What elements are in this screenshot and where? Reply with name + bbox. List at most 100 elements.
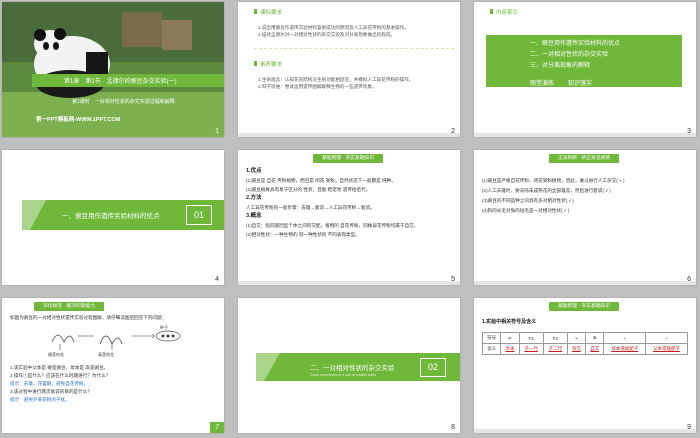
section-tag: 正误判断 · 矫正易混易错 [549, 154, 619, 163]
table-header-cell: × [566, 332, 587, 344]
slide-thumbnail-4[interactable]: 一、豌豆用作遗传实验材料的优点 01 4 [2, 150, 224, 285]
table-header-cell: P [500, 332, 520, 344]
contents-menu: 一、豌豆用作遗传实验材料的优点 二、一对相对性状的杂交实验 三、对分离现象的解释 [530, 39, 620, 72]
table-cell: 子一代 [518, 343, 544, 355]
literacy-list: 1.生命观念：认知花的结构与生殖功能相适应，并模拟人工异花传粉的操作。 2.科学… [258, 76, 453, 90]
table-cell: 父本或雄配子 [645, 343, 688, 355]
slide-number: 3 [687, 128, 691, 135]
slide-thumbnail-3[interactable]: 内容索引 一、豌豆用作遗传实验材料的优点 二、一对相对性状的杂交实验 三、对分离… [474, 2, 696, 137]
line: (1)豌豆是 自花 传粉植物，而且是 闭花 受粉。自然状态下一般都是 纯种。 [246, 178, 396, 183]
table-cell: 杂交 [566, 343, 587, 355]
slide-thumbnail-8[interactable]: 二、一对相对性状的杂交实验 Cross experiment of a pair… [238, 298, 460, 433]
menu-item[interactable]: 一、豌豆用作遗传实验材料的优点 [530, 39, 620, 50]
slide-number: 6 [687, 276, 691, 283]
slide-number: 4 [215, 276, 219, 283]
list-item: (3)豌豆的不同品种之间具有多对相对性状( √ ) [482, 198, 574, 203]
symbol-table: 符号 P F1 F2 × ⊗ ♀ ♂ 含义 亲本 子一代 子二代 杂交 自交 母… [481, 332, 688, 355]
extra-links: 随堂演练 知识落实 [530, 78, 592, 87]
line: 3.概念 [246, 213, 262, 219]
section-marker-icon [254, 9, 257, 14]
cross-pollination-diagram [51, 330, 181, 350]
slide-number: 9 [687, 424, 691, 431]
band-arrow-shape [22, 200, 46, 230]
table-row-label: 含义 [481, 343, 502, 355]
section-title: 一、豌豆用作遗传实验材料的优点 [62, 213, 160, 220]
table-header-cell: 符号 [481, 332, 502, 344]
section-badge: 01 [186, 205, 212, 225]
list-item: (4)狗的长毛对兔的短毛是一对相对性状( × ) [482, 208, 570, 213]
divider [254, 48, 454, 49]
section-label-2: 素养要求 [260, 62, 283, 68]
table-cell: 亲本 [500, 343, 520, 355]
slide-title: 第1章 第1节 孟德尔的豌豆杂交实验(一) [64, 79, 177, 85]
section-tag: 基础梳理 · 夯实基础知识 [549, 302, 619, 311]
line: (2)相对性状：一种生物的 同一种性状的 不同表现类型。 [246, 232, 360, 237]
judgement-list: (1)豌豆是严格自花传粉、闭花受粉植物，因此，难以进行人工杂交( × ) (2)… [482, 176, 690, 216]
slide-thumbnail-7[interactable]: 深化探究 · 解决问题能力 如图为豌豆的一对相对性状遗传实验过程图解，请仔细读图… [2, 298, 224, 433]
bottom-strip [238, 133, 460, 137]
list-item: 1.说出用豌豆作遗传实验材料容易成功的原因及人工异花传粉的基本操作。 [258, 25, 409, 30]
section-tag: 深化探究 · 解决问题能力 [34, 302, 104, 311]
line: 1.优点 [246, 168, 262, 174]
table-header-cell: ⊗ [585, 332, 605, 344]
line: 人工异花传粉的一般步骤：去雄→套袋→人工异花传粉→套袋。 [246, 205, 375, 210]
diagram-label-tall: 高茎的花 [98, 352, 114, 357]
slide-number: 7 [215, 424, 219, 431]
table-header-cell: F2 [542, 332, 568, 344]
menu-item[interactable]: 二、一对相对性状的杂交实验 [530, 50, 620, 61]
bottom-strip [474, 429, 696, 433]
list-item: 1.生命观念：认知花的结构与生殖功能相适应，并模拟人工异花传粉的操作。 [258, 77, 414, 82]
table-heading: 1.实验中相关符号及含义 [482, 319, 537, 325]
list-item: 2.科学思维：尝试运用遗传图解解释生物的一些遗传现象。 [258, 84, 377, 89]
table-header-cell: ♀ [603, 332, 647, 344]
contents-header: 内容索引 [496, 10, 519, 16]
section-tag: 基础梳理 · 夯实基础知识 [313, 154, 383, 163]
qa-line: 3.该过程中进行两次套袋的目的是什么？ [10, 389, 92, 394]
diagram-label-seed: 种子 [160, 325, 168, 330]
slide-number: 2 [451, 128, 455, 135]
list-item: 2.描述孟德尔对一对相对性状的杂交实验及对分离现象做出的假说。 [258, 32, 396, 37]
knowledge-link[interactable]: 知识落实 [568, 78, 592, 87]
table-header-cell: F1 [518, 332, 544, 344]
section-marker-icon [254, 61, 257, 66]
list-item: (2)人工去雄时，要去除未成熟花的全部雄蕊，然后进行套袋( √ ) [482, 188, 611, 193]
slide-thumbnail-1[interactable]: 第1章 第1节 孟德尔的豌豆杂交实验(一) 第1课时 一对相对性状的杂交实验过程… [2, 2, 224, 137]
table-header-cell: ♂ [645, 332, 688, 344]
bottom-strip [238, 281, 460, 285]
table-cell: 自交 [585, 343, 605, 355]
section-label-1: 课标要求 [260, 10, 283, 16]
slide-footer-text: 第一PPT模板网-WWW.1PPT.COM [36, 117, 121, 123]
qa-line: 提示 去雄，花蕾期；避免自花传粉。 [10, 381, 89, 386]
slide-subtitle: 第1课时 一对相对性状的杂交实验过程和解释 [72, 99, 175, 105]
slide-number: 1 [215, 128, 219, 135]
practice-link[interactable]: 随堂演练 [530, 78, 554, 87]
slide-thumbnail-2[interactable]: 课标要求 1.说出用豌豆作遗传实验材料容易成功的原因及人工异花传粉的基本操作。 … [238, 2, 460, 137]
line: 2.方法 [246, 195, 262, 201]
section-title: 二、一对相对性状的杂交实验 [310, 365, 395, 372]
bottom-strip [474, 281, 696, 285]
qa-line: 提示 避免外来花粉的干扰。 [10, 397, 70, 402]
slide-thumbnail-6[interactable]: 正误判断 · 矫正易混易错 (1)豌豆是严格自花传粉、闭花受粉植物，因此，难以进… [474, 150, 696, 285]
intro-text: 如图为豌豆的一对相对性状遗传实验过程图解，请仔细读图后回答下列问题： [10, 315, 167, 320]
slide-thumbnail-9[interactable]: 基础梳理 · 夯实基础知识 1.实验中相关符号及含义 符号 P F1 F2 × … [474, 298, 696, 433]
slide-number: 5 [451, 276, 455, 283]
section-badge: 02 [420, 358, 446, 377]
menu-item[interactable]: 三、对分离现象的解释 [530, 61, 620, 72]
content-lines: 1.优点 (1)豌豆是 自花 传粉植物，而且是 闭花 受粉。自然状态下一般都是 … [246, 167, 454, 239]
section-marker-icon [490, 9, 493, 14]
qa-list: 1.该实验中父本是 矮茎豌豆，母本是 高茎豌豆。 2.操作①是什么？应该在什么时… [10, 364, 220, 404]
requirements-list: 1.说出用豌豆作遗传实验材料容易成功的原因及人工异花传粉的基本操作。 2.描述孟… [258, 24, 453, 38]
line: (1)自交：指同基因型个体之间的交配，植物的 自花传粉，同株异花传粉均属于自交。 [246, 223, 419, 228]
line: (2)豌豆植株具有易于区分的 性状，且能 稳定地 遗传给后代。 [246, 187, 371, 192]
qa-line: 2.操作①是什么？应该在什么时期进行？为什么？ [10, 373, 111, 378]
list-item: (1)豌豆是严格自花传粉、闭花受粉植物，因此，难以进行人工杂交( × ) [482, 178, 625, 183]
bottom-strip [474, 133, 696, 137]
qa-line: 1.该实验中父本是 矮茎豌豆，母本是 高茎豌豆。 [10, 365, 109, 370]
table-cell: 母本或雌配子 [603, 343, 647, 355]
diagram-label-dwarf: 矮茎的花 [48, 352, 64, 357]
section-subtitle: Cross experiment of a pair of relative t… [310, 373, 376, 377]
table-cell: 子二代 [542, 343, 568, 355]
slide-thumbnail-5[interactable]: 基础梳理 · 夯实基础知识 1.优点 (1)豌豆是 自花 传粉植物，而且是 闭花… [238, 150, 460, 285]
slide-number: 8 [451, 424, 455, 431]
band-arrow-shape [256, 353, 280, 381]
